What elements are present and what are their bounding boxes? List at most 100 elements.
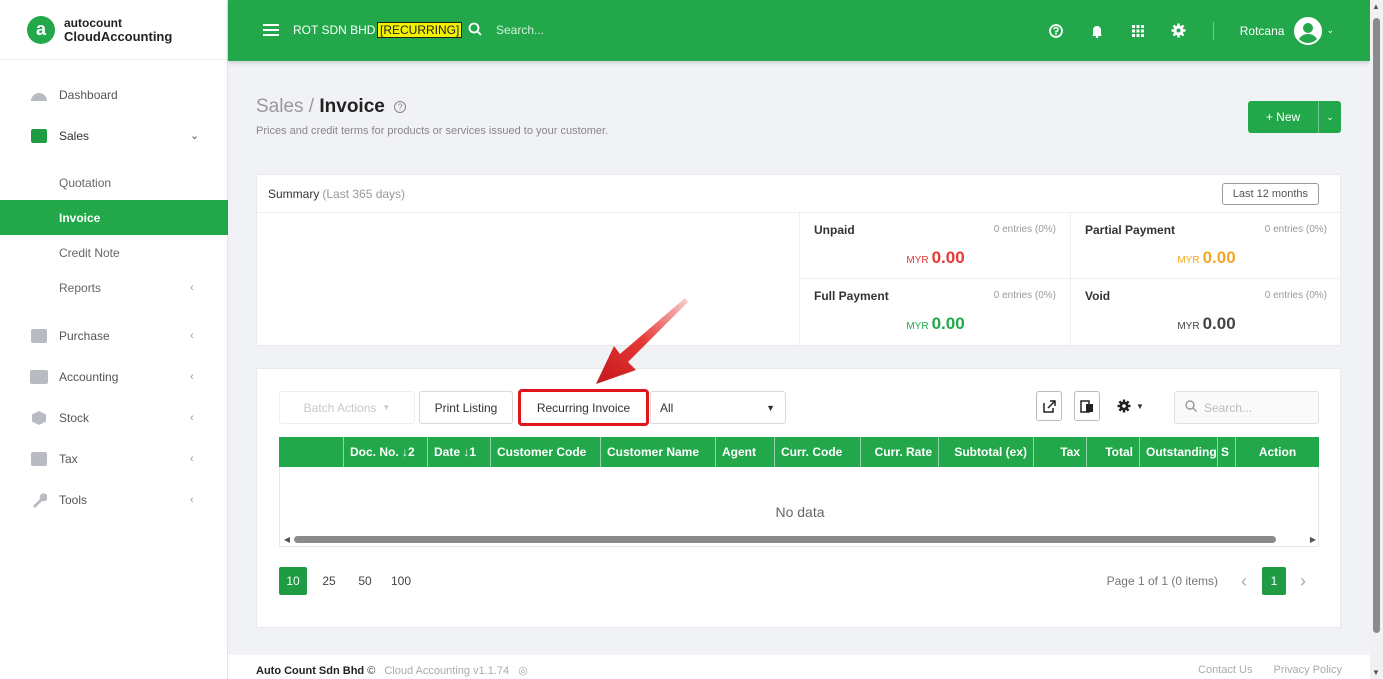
top-search-input[interactable]: Search... [496, 23, 544, 37]
columns-icon[interactable] [1074, 391, 1100, 421]
batch-actions-button[interactable]: Batch Actions ▼ [279, 391, 415, 424]
sidebar-item-reports[interactable]: Reports ‹ [0, 270, 228, 305]
page-size-100[interactable]: 100 [387, 567, 415, 595]
wrench-icon [30, 492, 48, 508]
footer-links: Contact Us Privacy Policy [1180, 664, 1342, 676]
sidebar-item-tools[interactable]: Tools ‹ [0, 482, 228, 517]
stat-partial-payment[interactable]: Partial Payment 0 entries (0%) MYR 0.00 [1070, 213, 1341, 279]
sidebar-item-purchase[interactable]: Purchase ‹ [0, 318, 228, 353]
currency: MYR [906, 321, 929, 332]
annotation-arrow-icon [596, 298, 688, 384]
globe-icon[interactable]: ◎ [518, 665, 528, 677]
table-body: No data ◀ ▶ [279, 467, 1319, 547]
apps-grid-icon[interactable] [1130, 23, 1146, 39]
empty-state: No data [775, 504, 825, 520]
sidebar-item-tax[interactable]: Tax ‹ [0, 441, 228, 476]
scroll-down-icon[interactable]: ▼ [1372, 668, 1380, 677]
column-header-customer-name[interactable]: Customer Name [601, 437, 716, 467]
date-range-button[interactable]: Last 12 months [1221, 183, 1319, 205]
privacy-policy-link[interactable]: Privacy Policy [1274, 664, 1342, 676]
stat-full-payment[interactable]: Full Payment 0 entries (0%) MYR 0.00 [799, 279, 1070, 345]
sidebar-item-invoice[interactable]: Invoice [0, 200, 228, 235]
next-page-icon[interactable]: › [1291, 567, 1315, 595]
sidebar-item-label: Purchase [59, 328, 110, 343]
column-header-curr-rate[interactable]: Curr. Rate [861, 437, 939, 467]
horizontal-scrollbar[interactable]: ◀ ▶ [280, 532, 1320, 546]
hamburger-menu-icon[interactable] [263, 24, 279, 36]
page-size-50[interactable]: 50 [351, 567, 379, 595]
column-header-doc-no[interactable]: Doc. No. ↓2 [344, 437, 428, 467]
sidebar-item-stock[interactable]: Stock ‹ [0, 400, 228, 435]
column-header-tax[interactable]: Tax [1034, 437, 1087, 467]
help-icon[interactable] [1048, 23, 1064, 39]
chevron-down-icon[interactable]: ⌄ [1319, 112, 1341, 123]
page-size-10[interactable]: 10 [279, 567, 307, 595]
column-header-date[interactable]: Date ↓1 [428, 437, 491, 467]
accounting-icon [30, 369, 48, 385]
recurring-badge: [RECURRING] [377, 22, 463, 38]
chevron-left-icon: ‹ [190, 411, 194, 424]
summary-card: Summary (Last 365 days) Last 12 months U… [256, 174, 1341, 346]
current-page-button[interactable]: 1 [1262, 567, 1286, 595]
company-name[interactable]: ROT SDN BHD [293, 23, 375, 37]
recurring-invoice-button[interactable]: Recurring Invoice [518, 389, 649, 426]
currency: MYR [1177, 255, 1200, 266]
export-icon[interactable] [1036, 391, 1062, 421]
stat-title: Void [1085, 289, 1111, 303]
column-header-customer-code[interactable]: Customer Code [491, 437, 601, 467]
status-filter-select[interactable]: All ▼ [650, 391, 786, 424]
stat-amount: MYR 0.00 [800, 314, 1071, 334]
gear-icon[interactable] [1171, 23, 1187, 39]
column-header-curr-code[interactable]: Curr. Code [775, 437, 861, 467]
sidebar-item-label: Credit Note [59, 245, 120, 260]
page-title: Sales / Invoice ? [256, 96, 407, 118]
contact-us-link[interactable]: Contact Us [1198, 664, 1252, 676]
footer-company: Auto Count Sdn Bhd [256, 665, 365, 677]
help-circle-icon[interactable]: ? [394, 100, 407, 113]
brand[interactable]: a autocount CloudAccounting [0, 0, 227, 60]
footer-left: Auto Count Sdn Bhd © Cloud Accounting v1… [256, 664, 528, 677]
topbar-divider [1212, 21, 1214, 40]
new-button[interactable]: + New ⌄ [1248, 101, 1341, 133]
page-size-25[interactable]: 25 [315, 567, 343, 595]
settings-gear-icon[interactable]: ▼ [1117, 399, 1144, 413]
sidebar-item-dashboard[interactable]: Dashboard [0, 77, 228, 112]
avatar[interactable] [1294, 16, 1323, 45]
chevron-left-icon: ‹ [190, 370, 194, 383]
amount: 0.00 [931, 248, 965, 267]
sidebar-item-quotation[interactable]: Quotation [0, 165, 228, 200]
stat-entries: 0 entries (0%) [1264, 224, 1327, 235]
list-search-input[interactable]: Search... [1174, 391, 1319, 424]
dashboard-icon [30, 87, 48, 103]
chevron-down-icon: ⌄ [190, 130, 200, 142]
scrollbar-thumb[interactable] [1373, 18, 1380, 633]
brand-text: autocount CloudAccounting [64, 16, 172, 44]
stat-entries: 0 entries (0%) [1264, 290, 1327, 301]
scrollbar-thumb[interactable] [294, 535, 1276, 543]
new-button-label[interactable]: + New [1248, 110, 1318, 124]
stat-unpaid[interactable]: Unpaid 0 entries (0%) MYR 0.00 [799, 213, 1070, 279]
select-column-header[interactable] [279, 437, 344, 467]
print-listing-button[interactable]: Print Listing [419, 391, 513, 424]
stat-title: Partial Payment [1085, 223, 1176, 237]
stat-void[interactable]: Void 0 entries (0%) MYR 0.00 [1070, 279, 1341, 345]
breadcrumb[interactable]: Sales / [256, 96, 314, 117]
bell-icon[interactable] [1089, 23, 1105, 39]
scroll-up-icon[interactable]: ▲ [1372, 2, 1380, 11]
prev-page-icon[interactable]: ‹ [1232, 567, 1256, 595]
username[interactable]: Rotcana [1240, 24, 1285, 38]
column-header-outstanding[interactable]: Outstanding [1140, 437, 1218, 467]
chevron-down-icon[interactable]: ⌄ [1326, 25, 1334, 36]
sidebar-item-sales[interactable]: Sales ⌄ [0, 118, 228, 153]
brand-top: autocount [64, 15, 122, 30]
scroll-right-icon[interactable]: ▶ [1306, 535, 1320, 544]
scroll-left-icon[interactable]: ◀ [280, 535, 294, 544]
sidebar-item-credit-note[interactable]: Credit Note [0, 235, 228, 270]
search-icon[interactable] [468, 22, 482, 40]
column-header-subtotal[interactable]: Subtotal (ex) [939, 437, 1034, 467]
vertical-scrollbar[interactable]: ▲ ▼ [1370, 0, 1383, 679]
column-header-agent[interactable]: Agent [716, 437, 775, 467]
column-header-status[interactable]: S [1218, 437, 1236, 467]
sidebar-item-accounting[interactable]: Accounting ‹ [0, 359, 228, 394]
column-header-total[interactable]: Total [1087, 437, 1140, 467]
